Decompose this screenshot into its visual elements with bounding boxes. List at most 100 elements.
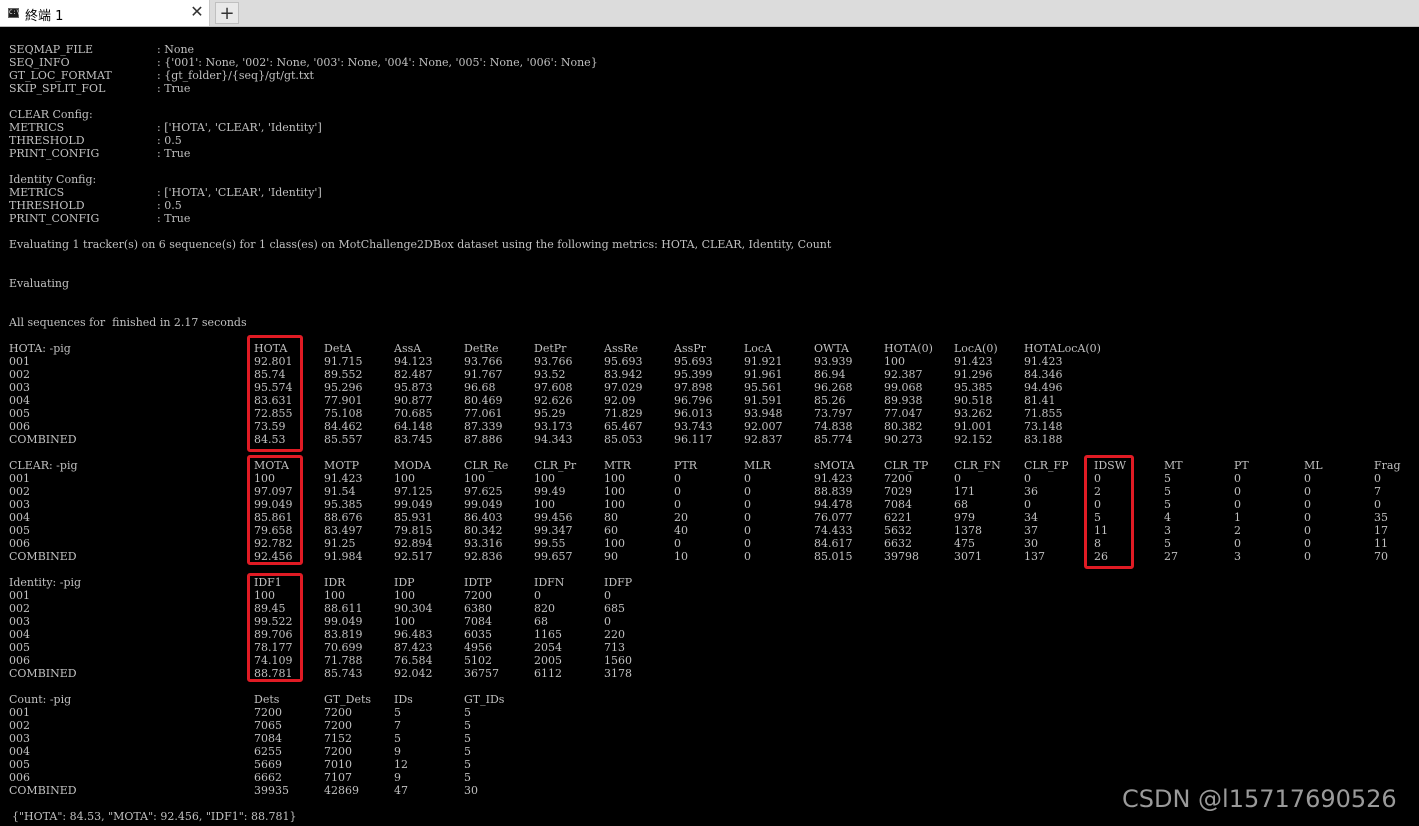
row-label: 001 <box>9 355 30 368</box>
table-cell: 0 <box>1234 498 1241 511</box>
table-cell: 96.268 <box>814 381 853 394</box>
table-cell: 37 <box>1024 524 1038 537</box>
table-cell: 0 <box>674 537 681 550</box>
table-cell: 70.685 <box>394 407 433 420</box>
table-cell: 71.829 <box>604 407 643 420</box>
table-cell: 0 <box>1304 511 1311 524</box>
table-cell: 93.173 <box>534 420 573 433</box>
table-cell: 100 <box>394 615 415 628</box>
column-header-idfn: IDFN <box>534 576 565 589</box>
column-header-hotaloca-0-: HOTALocA(0) <box>1024 342 1101 355</box>
table-cell: 91.921 <box>744 355 783 368</box>
summary-line: {"HOTA": 84.53, "MOTA": 92.456, "IDF1": … <box>12 810 297 823</box>
table-cell: 100 <box>534 472 555 485</box>
table-cell: 96.796 <box>674 394 713 407</box>
table-cell: 86.94 <box>814 368 846 381</box>
table-cell: 88.839 <box>814 485 853 498</box>
table-cell: 3178 <box>604 667 632 680</box>
table-cell: 93.316 <box>464 537 503 550</box>
table-cell: 91.984 <box>324 550 363 563</box>
table-cell: 0 <box>744 524 751 537</box>
table-cell: 73.797 <box>814 407 853 420</box>
table-cell: 75.108 <box>324 407 363 420</box>
table-cell: 99.049 <box>394 498 433 511</box>
table-cell: 68 <box>954 498 968 511</box>
table-cell: 80.469 <box>464 394 503 407</box>
row-label: 002 <box>9 602 30 615</box>
table-cell: 92.517 <box>394 550 433 563</box>
table-cell: 99.049 <box>324 615 363 628</box>
config-key: GT_LOC_FORMAT <box>9 69 112 82</box>
title-bar: C:\ 終端 1 ✕ + <box>0 0 1419 27</box>
row-label: COMBINED <box>9 784 77 797</box>
table-cell: 95.385 <box>324 498 363 511</box>
table-cell: 93.52 <box>534 368 566 381</box>
column-header-idr: IDR <box>324 576 346 589</box>
highlight-box-mota <box>247 455 303 565</box>
table-cell: 0 <box>1304 537 1311 550</box>
table-cell: 87.339 <box>464 420 503 433</box>
row-label: COMBINED <box>9 550 77 563</box>
column-header-dets: Dets <box>254 693 280 706</box>
table-cell: 7200 <box>884 472 912 485</box>
new-tab-button[interactable]: + <box>215 2 239 24</box>
table-cell: 7 <box>394 719 401 732</box>
table-cell: 99.55 <box>534 537 566 550</box>
config-key: THRESHOLD <box>9 199 85 212</box>
table-cell: 171 <box>954 485 975 498</box>
table-cell: 0 <box>1374 472 1381 485</box>
table-cell: 76.584 <box>394 654 433 667</box>
tab-terminal-1[interactable]: C:\ 終端 1 ✕ <box>0 0 210 26</box>
table-cell: 76.077 <box>814 511 853 524</box>
table-cell: 685 <box>604 602 625 615</box>
table-cell: 91.961 <box>744 368 783 381</box>
table-cell: 83.819 <box>324 628 363 641</box>
highlight-box-idf1 <box>247 573 303 682</box>
row-label: COMBINED <box>9 667 77 680</box>
table-cell: 93.766 <box>464 355 503 368</box>
table-cell: 92.042 <box>394 667 433 680</box>
table-cell: 99.456 <box>534 511 573 524</box>
table-cell: 7010 <box>324 758 352 771</box>
column-header-clr-pr: CLR_Pr <box>534 459 577 472</box>
table-cell: 85.774 <box>814 433 853 446</box>
close-icon[interactable]: ✕ <box>189 3 205 21</box>
table-cell: 5 <box>1164 537 1171 550</box>
table-cell: 7200 <box>324 719 352 732</box>
table-cell: 83.745 <box>394 433 433 446</box>
table-cell: 93.766 <box>534 355 573 368</box>
config-value: : ['HOTA', 'CLEAR', 'Identity'] <box>157 186 322 199</box>
table-cell: 100 <box>324 589 345 602</box>
column-header-loca-0-: LocA(0) <box>954 342 998 355</box>
table-cell: 0 <box>744 511 751 524</box>
table-cell: 5 <box>464 758 471 771</box>
table-cell: 5102 <box>464 654 492 667</box>
table-cell: 87.423 <box>394 641 433 654</box>
table-cell: 0 <box>744 537 751 550</box>
watermark: CSDN @l15717690526 <box>1122 785 1397 813</box>
column-header-hota-0-: HOTA(0) <box>884 342 933 355</box>
table-cell: 0 <box>954 472 961 485</box>
column-header-detpr: DetPr <box>534 342 567 355</box>
row-label: 004 <box>9 394 30 407</box>
table-cell: 36757 <box>464 667 499 680</box>
column-header-ptr: PTR <box>674 459 698 472</box>
column-header-ids: IDs <box>394 693 413 706</box>
table-cell: 92.837 <box>744 433 783 446</box>
table-cell: 81.41 <box>1024 394 1056 407</box>
table-title-identity: Identity: -pig <box>9 576 82 589</box>
table-cell: 7065 <box>254 719 282 732</box>
table-cell: 0 <box>1374 498 1381 511</box>
finished-line: All sequences for finished in 2.17 secon… <box>9 316 247 329</box>
table-cell: 94.123 <box>394 355 433 368</box>
table-cell: 85.015 <box>814 550 853 563</box>
table-cell: 94.478 <box>814 498 853 511</box>
table-cell: 95.296 <box>324 381 363 394</box>
table-cell: 64.148 <box>394 420 433 433</box>
table-cell: 90.304 <box>394 602 433 615</box>
table-cell: 95.693 <box>604 355 643 368</box>
row-label: 005 <box>9 641 30 654</box>
table-cell: 2054 <box>534 641 562 654</box>
table-cell: 27 <box>1164 550 1178 563</box>
table-cell: 5 <box>464 771 471 784</box>
